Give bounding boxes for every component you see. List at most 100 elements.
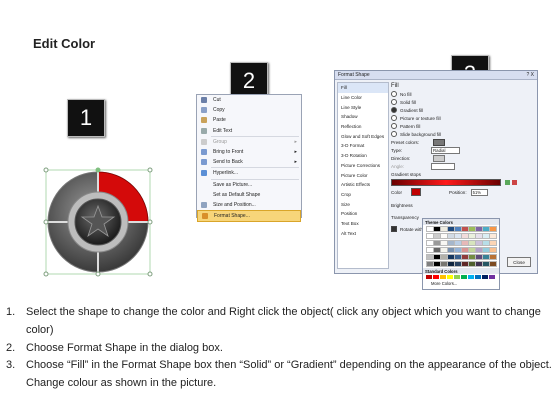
step-2: 2. Choose Format Shape in the dialog box.	[6, 341, 223, 354]
bring-front-icon	[201, 149, 207, 156]
menu-item-bring-to-front[interactable]: Bring to Front ▸	[197, 147, 301, 157]
color-swatch[interactable]	[440, 275, 446, 279]
category-fill[interactable]: Fill	[338, 83, 388, 93]
circular-shape[interactable]	[38, 162, 158, 282]
color-row: Color Position: 51%	[391, 188, 533, 196]
category-alt-text[interactable]: Alt Text	[338, 228, 388, 238]
color-swatch[interactable]	[489, 275, 495, 279]
menu-item-label: Size and Position...	[213, 201, 256, 208]
type-row: Type: Radial	[391, 146, 533, 154]
color-swatch[interactable]	[454, 275, 460, 279]
fill-option-none[interactable]: No fill	[391, 90, 533, 98]
category-picture-corrections[interactable]: Picture Corrections	[338, 161, 388, 171]
step-badge-1: 1	[67, 99, 105, 137]
category-glow[interactable]: Glow and Soft Edges	[338, 131, 388, 141]
menu-item-copy[interactable]: Copy	[197, 105, 301, 115]
color-swatch[interactable]	[489, 233, 497, 239]
resize-handle[interactable]	[43, 219, 49, 225]
menu-item-group[interactable]: Group ▸	[197, 137, 301, 147]
color-swatch[interactable]	[447, 275, 453, 279]
resize-handle[interactable]	[43, 167, 49, 173]
dialog-title-buttons[interactable]: ? X	[526, 72, 534, 78]
fill-option-picture[interactable]: Picture or texture fill	[391, 114, 533, 122]
category-text-box[interactable]: Text Box	[338, 219, 388, 229]
color-swatch[interactable]	[489, 240, 497, 246]
paste-icon	[201, 117, 207, 124]
context-menu: Cut Copy Paste Edit Text Group ▸ Bring to…	[196, 94, 302, 223]
color-picker-button[interactable]	[411, 188, 421, 196]
fill-option-solid[interactable]: Solid fill	[391, 98, 533, 106]
step-3: 3. Choose “Fill” in the Format Shape box …	[6, 359, 552, 390]
section-heading: Fill	[391, 83, 399, 89]
preset-colors-dropdown[interactable]	[433, 138, 445, 146]
more-colors-link[interactable]: More Colors...	[423, 280, 499, 286]
brightness-label: Brightness	[391, 202, 413, 208]
menu-item-cut[interactable]: Cut	[197, 95, 301, 105]
resize-handle[interactable]	[147, 271, 153, 277]
color-swatch[interactable]	[475, 275, 481, 279]
category-line-style[interactable]: Line Style	[338, 102, 388, 112]
submenu-arrow-icon: ▸	[294, 149, 297, 156]
color-swatch[interactable]	[489, 226, 497, 232]
position-input[interactable]: 51%	[470, 188, 488, 196]
category-crop[interactable]: Crop	[338, 190, 388, 200]
color-swatch[interactable]	[489, 254, 497, 260]
menu-item-label: Edit Text	[213, 127, 233, 134]
menu-item-hyperlink[interactable]: Hyperlink...	[197, 168, 301, 178]
menu-item-edit-text[interactable]: Edit Text	[197, 126, 301, 136]
resize-handle[interactable]	[95, 271, 101, 277]
category-picture-color[interactable]: Picture Color	[338, 170, 388, 180]
color-swatch[interactable]	[461, 275, 467, 279]
fill-option-gradient[interactable]: Gradient fill	[391, 106, 533, 114]
menu-item-paste[interactable]: Paste	[197, 115, 301, 125]
dialog-title: Format Shape	[338, 72, 370, 78]
color-swatch[interactable]	[489, 247, 497, 253]
gradient-stops-row	[391, 178, 533, 186]
resize-handle[interactable]	[147, 167, 153, 173]
rotate-handle[interactable]	[95, 167, 101, 173]
menu-item-label: Format Shape...	[214, 213, 250, 220]
text-icon	[201, 127, 207, 134]
fill-option-pattern[interactable]: Pattern fill	[391, 122, 533, 130]
checkbox[interactable]	[391, 226, 397, 232]
menu-item-send-to-back[interactable]: Send to Back ▸	[197, 157, 301, 167]
angle-input[interactable]	[431, 162, 455, 170]
preset-colors-row: Preset colors:	[391, 138, 533, 146]
direction-row: Direction:	[391, 154, 533, 162]
gradient-stops-label: Gradient stops	[391, 171, 421, 177]
resize-handle[interactable]	[43, 271, 49, 277]
menu-item-label: Copy	[213, 107, 225, 114]
direction-dropdown[interactable]	[433, 154, 445, 162]
category-shadow[interactable]: Shadow	[338, 112, 388, 122]
type-select[interactable]: Radial	[431, 146, 460, 154]
add-stop-icon[interactable]	[505, 179, 510, 185]
category-reflection[interactable]: Reflection	[338, 122, 388, 132]
resize-handle[interactable]	[147, 219, 153, 225]
submenu-arrow-icon: ▸	[294, 138, 297, 145]
remove-stop-icon[interactable]	[512, 179, 517, 185]
category-3d-format[interactable]: 3-D Format	[338, 141, 388, 151]
menu-item-label: Set as Default Shape	[213, 191, 261, 198]
color-swatch[interactable]	[433, 275, 439, 279]
hyperlink-icon	[201, 170, 207, 177]
menu-item-set-default-shape[interactable]: Set as Default Shape	[197, 190, 301, 200]
menu-item-size-position[interactable]: Size and Position...	[197, 200, 301, 210]
menu-item-save-as-picture[interactable]: Save as Picture...	[197, 180, 301, 190]
angle-row: Angle:	[391, 162, 533, 170]
fill-option-slide-bg[interactable]: Slide background fill	[391, 130, 533, 138]
color-swatch[interactable]	[489, 261, 497, 267]
category-3d-rotation[interactable]: 3-D Rotation	[338, 151, 388, 161]
category-artistic-effects[interactable]: Artistic Effects	[338, 180, 388, 190]
category-position[interactable]: Position	[338, 209, 388, 219]
color-swatch[interactable]	[482, 275, 488, 279]
menu-item-format-shape[interactable]: Format Shape...	[197, 210, 301, 223]
menu-item-label: Paste	[213, 117, 226, 124]
category-line-color[interactable]: Line Color	[338, 93, 388, 103]
close-button[interactable]: Close	[507, 257, 531, 267]
gradient-stops-bar[interactable]	[391, 178, 501, 186]
category-size[interactable]: Size	[338, 199, 388, 209]
submenu-arrow-icon: ▸	[294, 159, 297, 166]
color-swatch[interactable]	[426, 275, 432, 279]
color-swatch[interactable]	[468, 275, 474, 279]
dialog-titlebar: Format Shape ? X	[335, 71, 537, 80]
